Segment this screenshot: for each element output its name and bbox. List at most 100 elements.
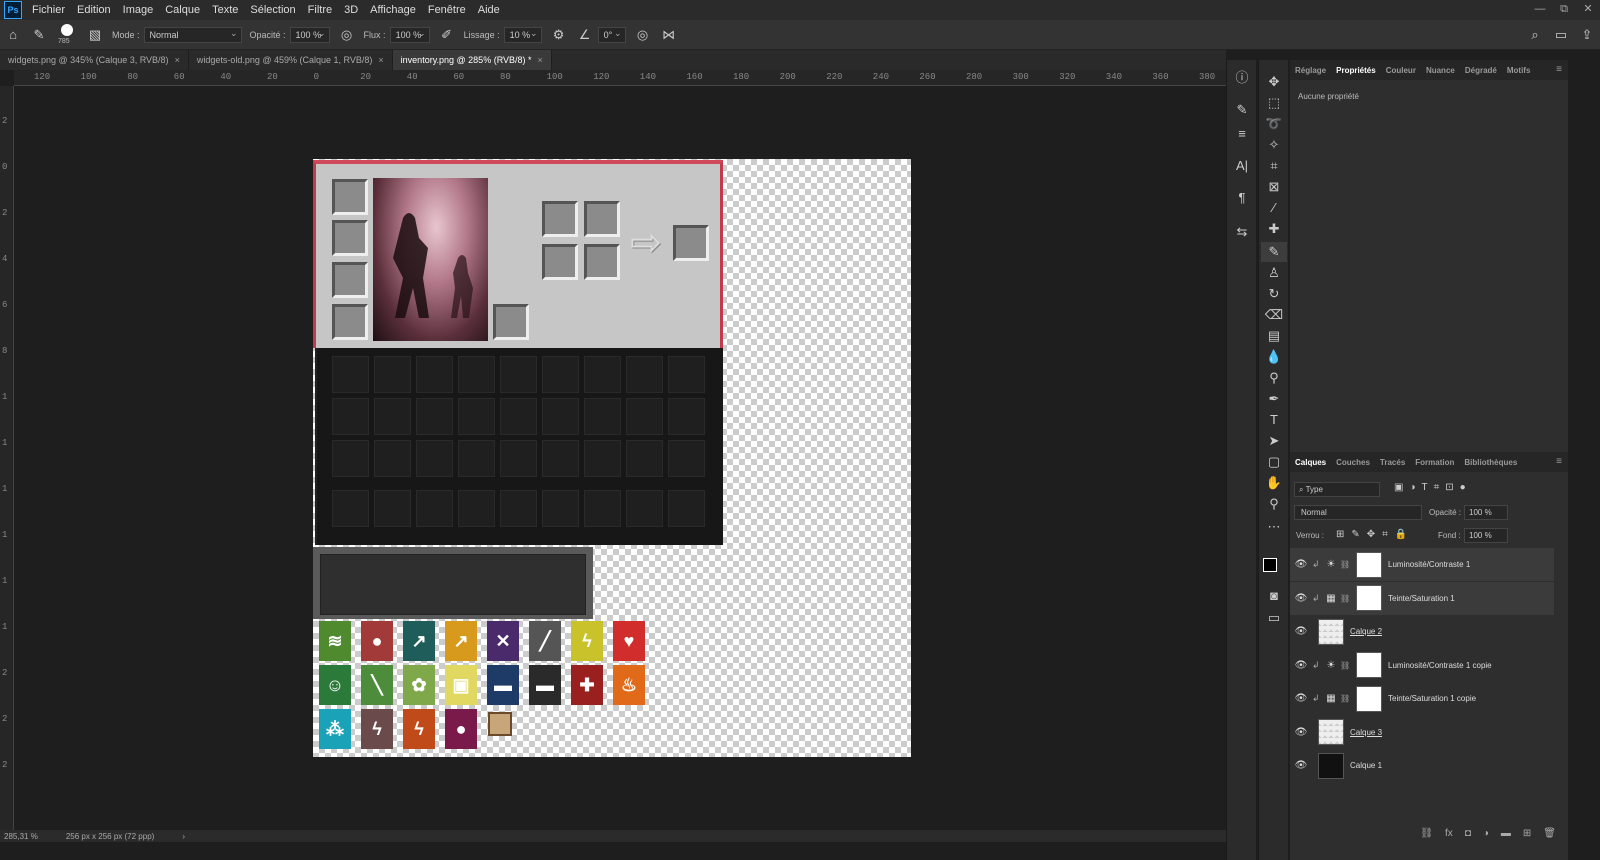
move-tool-icon[interactable]: ✥ bbox=[1261, 72, 1287, 92]
menu-item[interactable]: Aide bbox=[472, 4, 506, 16]
new-adjustment-icon[interactable]: ◑ bbox=[1483, 828, 1489, 839]
magic-wand-icon[interactable]: ✧ bbox=[1261, 135, 1287, 155]
adjustments-icon[interactable]: ≡ bbox=[1229, 124, 1255, 144]
layer-filter-select[interactable]: ⌕ Type bbox=[1294, 482, 1380, 497]
link-layers-icon[interactable]: ⛓ bbox=[1420, 828, 1433, 839]
menu-item[interactable]: Affichage bbox=[364, 4, 422, 16]
smoothing-input[interactable]: 10 % bbox=[503, 26, 542, 43]
brush-preset-picker[interactable]: 785 bbox=[52, 22, 82, 48]
menu-item[interactable]: Fenêtre bbox=[422, 4, 472, 16]
character-icon[interactable]: A| bbox=[1229, 156, 1255, 176]
info-icon[interactable]: ⓘ bbox=[1229, 68, 1255, 88]
panel-tab[interactable]: Propriétés bbox=[1331, 66, 1381, 75]
flow-input[interactable]: 100 % bbox=[389, 26, 430, 43]
type-tool-icon[interactable]: T bbox=[1261, 410, 1287, 430]
stamp-tool-icon[interactable]: ♙ bbox=[1261, 263, 1287, 283]
panel-tab[interactable]: Bibliothèques bbox=[1459, 458, 1522, 467]
new-group-icon[interactable]: ▬ bbox=[1501, 828, 1511, 839]
menu-item[interactable]: 3D bbox=[338, 4, 364, 16]
layer-row[interactable]: 👁 ↲ ☀ ⛓ Luminosité/Contraste 1 bbox=[1290, 548, 1554, 581]
add-mask-icon[interactable]: ◘ bbox=[1465, 828, 1471, 839]
layer-opacity-input[interactable]: 100 % bbox=[1464, 505, 1508, 520]
visibility-eye-icon[interactable]: 👁 bbox=[1290, 593, 1312, 604]
lock-icons[interactable]: ⊞✎✥⌗🔒 bbox=[1336, 529, 1414, 540]
pressure-opacity-icon[interactable]: ◎ bbox=[337, 25, 357, 45]
workspace-icon[interactable]: ▭ bbox=[1551, 25, 1571, 45]
document-tab[interactable]: widgets.png @ 345% (Calque 3, RVB/8) × bbox=[0, 50, 189, 70]
panel-tab[interactable]: Formation bbox=[1410, 458, 1459, 467]
search-icon[interactable]: ⌕ bbox=[1525, 25, 1545, 45]
layer-row[interactable]: 👁 Calque 2 bbox=[1290, 615, 1554, 648]
status-menu-arrow[interactable]: › bbox=[182, 832, 185, 841]
fx-icon[interactable]: fx bbox=[1445, 828, 1453, 839]
marquee-tool-icon[interactable]: ⬚ bbox=[1261, 93, 1287, 113]
screen-mode-icon[interactable]: ▭ bbox=[1261, 608, 1287, 628]
menu-item[interactable]: Sélection bbox=[244, 4, 301, 16]
frame-tool-icon[interactable]: ⊠ bbox=[1261, 177, 1287, 197]
layer-row[interactable]: 👁 Calque 1 bbox=[1290, 749, 1554, 782]
angle-input[interactable]: 0° bbox=[597, 26, 626, 43]
close-tab-icon[interactable]: × bbox=[175, 55, 180, 65]
shape-tool-icon[interactable]: ▢ bbox=[1261, 452, 1287, 472]
visibility-eye-icon[interactable]: 👁 bbox=[1290, 559, 1312, 570]
eyedropper-icon[interactable]: ⁄ bbox=[1261, 198, 1287, 218]
panel-tab[interactable]: Calques bbox=[1290, 458, 1331, 467]
document-tab[interactable]: widgets-old.png @ 459% (Calque 1, RVB/8)… bbox=[189, 50, 393, 70]
menu-item[interactable]: Image bbox=[117, 4, 160, 16]
blur-tool-icon[interactable]: 💧 bbox=[1261, 347, 1287, 367]
brush-settings-icon[interactable]: ▧ bbox=[85, 25, 105, 45]
layer-filter-icons[interactable]: ▣◑T⌗⊡● bbox=[1394, 482, 1472, 493]
close-tab-icon[interactable]: × bbox=[378, 55, 383, 65]
lasso-tool-icon[interactable]: ➰ bbox=[1261, 114, 1287, 134]
gear-icon[interactable]: ⚙ bbox=[549, 25, 569, 45]
visibility-eye-icon[interactable]: 👁 bbox=[1290, 760, 1312, 771]
menu-item[interactable]: Filtre bbox=[302, 4, 338, 16]
close-tab-icon[interactable]: × bbox=[538, 55, 543, 65]
panel-menu-icon[interactable]: ≡ bbox=[1556, 64, 1562, 75]
history-brush-icon[interactable]: ↻ bbox=[1261, 284, 1287, 304]
panel-tab[interactable]: Couches bbox=[1331, 458, 1375, 467]
layer-row[interactable]: 👁 ↲ ▦ ⛓ Teinte/Saturation 1 bbox=[1290, 581, 1554, 615]
panel-tab[interactable]: Dégradé bbox=[1460, 66, 1502, 75]
panel-tab[interactable]: Motifs bbox=[1502, 66, 1536, 75]
foreground-color-swatch[interactable] bbox=[1263, 558, 1277, 572]
layer-row[interactable]: 👁 ↲ ▦ ⛓ Teinte/Saturation 1 copie bbox=[1290, 682, 1554, 715]
menu-item[interactable]: Calque bbox=[159, 4, 206, 16]
new-layer-icon[interactable]: ⊞ bbox=[1523, 828, 1531, 839]
zoom-level[interactable]: 285,31 % bbox=[4, 832, 38, 841]
share-icon[interactable]: ⇪ bbox=[1577, 25, 1597, 45]
menu-item[interactable]: Fichier bbox=[26, 4, 71, 16]
zoom-tool-icon[interactable]: ⚲ bbox=[1261, 494, 1287, 514]
mask-link-icon[interactable]: ⛓ bbox=[1340, 594, 1350, 603]
layer-row[interactable]: 👁 ↲ ☀ ⛓ Luminosité/Contraste 1 copie bbox=[1290, 649, 1554, 682]
restore-button[interactable]: ⧉ bbox=[1552, 0, 1576, 20]
delete-layer-icon[interactable]: 🗑 bbox=[1543, 828, 1556, 839]
panel-tab[interactable]: Tracés bbox=[1375, 458, 1410, 467]
menu-item[interactable]: Edition bbox=[71, 4, 117, 16]
gradient-tool-icon[interactable]: ▤ bbox=[1261, 326, 1287, 346]
path-select-icon[interactable]: ➤ bbox=[1261, 431, 1287, 451]
mask-link-icon[interactable]: ⛓ bbox=[1340, 694, 1350, 703]
glyphs-icon[interactable]: ⇆ bbox=[1229, 222, 1255, 242]
healing-brush-icon[interactable]: ✚ bbox=[1261, 219, 1287, 239]
more-tools-icon[interactable]: ⋯ bbox=[1261, 517, 1287, 537]
pressure-size-icon[interactable]: ◎ bbox=[633, 25, 653, 45]
menu-item[interactable]: Texte bbox=[206, 4, 244, 16]
layer-row[interactable]: 👁 Calque 3 bbox=[1290, 716, 1554, 749]
mode-select[interactable]: Normal bbox=[143, 26, 242, 43]
symmetry-icon[interactable]: ⋈ bbox=[659, 25, 679, 45]
eraser-tool-icon[interactable]: ⌫ bbox=[1261, 305, 1287, 325]
quick-mask-icon[interactable]: ◙ bbox=[1261, 586, 1287, 606]
visibility-eye-icon[interactable]: 👁 bbox=[1290, 626, 1312, 637]
close-window-button[interactable]: ✕ bbox=[1576, 0, 1600, 20]
blend-mode-select[interactable]: Normal bbox=[1294, 505, 1422, 520]
airbrush-icon[interactable]: ✐ bbox=[437, 25, 457, 45]
panel-tab[interactable]: Nuance bbox=[1421, 66, 1460, 75]
hand-tool-icon[interactable]: ✋ bbox=[1261, 473, 1287, 493]
opacity-input[interactable]: 100 % bbox=[289, 26, 330, 43]
panel-tab[interactable]: Réglage bbox=[1290, 66, 1331, 75]
brush-panel-icon[interactable]: ✎ bbox=[1229, 100, 1255, 120]
mask-link-icon[interactable]: ⛓ bbox=[1340, 661, 1350, 670]
visibility-eye-icon[interactable]: 👁 bbox=[1290, 727, 1312, 738]
crop-tool-icon[interactable]: ⌗ bbox=[1261, 156, 1287, 176]
